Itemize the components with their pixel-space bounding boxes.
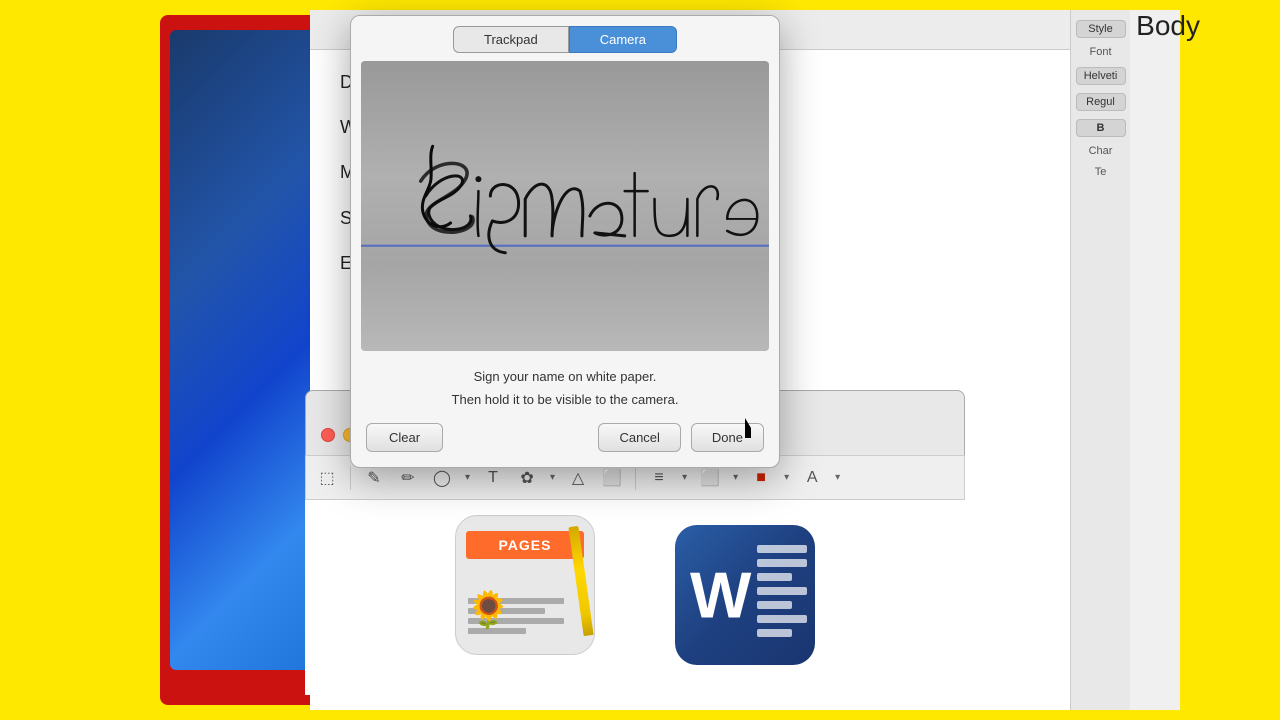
dialog-button-row: Clear Cancel Done	[351, 413, 779, 467]
camera-preview-area	[361, 61, 769, 351]
body-title: Body	[1136, 10, 1200, 42]
dialog-instruction-2: Then hold it to be visible to the camera…	[351, 390, 779, 413]
toolbar-separator-2	[635, 466, 636, 490]
word-line-2	[757, 559, 807, 567]
pencil-tool-icon[interactable]: ✏	[397, 467, 419, 489]
text-tool-icon[interactable]: T	[482, 467, 504, 489]
word-app-icon[interactable]: W	[665, 515, 825, 675]
te-label: Te	[1095, 166, 1107, 179]
app-icons-area: PAGES 🌻 W	[305, 495, 965, 695]
media-tool-icon[interactable]: ✿	[516, 467, 538, 489]
shape-dropdown[interactable]: ▾	[465, 472, 470, 483]
camera-tab[interactable]: Camera	[569, 26, 677, 53]
text-dropdown[interactable]: ▾	[835, 472, 840, 483]
media-dropdown[interactable]: ▾	[550, 472, 555, 483]
text-style-icon[interactable]: A	[801, 467, 823, 489]
cancel-button[interactable]: Cancel	[598, 423, 680, 452]
font-name-display[interactable]: Helveti	[1076, 67, 1126, 85]
font-label: Font	[1089, 46, 1111, 59]
pages-app-icon[interactable]: PAGES 🌻	[445, 515, 605, 675]
align-icon[interactable]: ≡	[648, 467, 670, 489]
stroke-dropdown[interactable]: ▾	[784, 472, 789, 483]
toolbar-separator-1	[350, 466, 351, 490]
select-tool-icon[interactable]: ⬚	[316, 467, 338, 489]
word-line-3	[757, 573, 792, 581]
chart-tool-icon[interactable]: ⬜	[601, 467, 623, 489]
pages-flower-icon: 🌻	[466, 589, 506, 629]
dialog-instruction-1: Sign your name on white paper.	[351, 361, 779, 390]
trackpad-tab[interactable]: Trackpad	[453, 26, 569, 53]
style-button[interactable]: Style	[1076, 20, 1126, 38]
signature-svg	[361, 61, 769, 351]
align-dropdown[interactable]: ▾	[682, 472, 687, 483]
word-w-letter: W	[690, 558, 751, 633]
close-button[interactable]	[321, 428, 335, 442]
clear-button[interactable]: Clear	[366, 423, 443, 452]
word-line-5	[757, 601, 792, 609]
dialog-tab-bar: Trackpad Camera	[351, 16, 779, 61]
stroke-color-icon[interactable]: ■	[750, 467, 772, 489]
done-button[interactable]: Done	[691, 423, 764, 452]
fill-dropdown[interactable]: ▾	[733, 472, 738, 483]
table-tool-icon[interactable]: △	[567, 467, 589, 489]
word-line-6	[757, 615, 807, 623]
shape-tool-icon[interactable]: ◯	[431, 467, 453, 489]
word-icon-background: W	[675, 525, 815, 665]
word-line-4	[757, 587, 807, 595]
right-sidebar: Style Font Helveti Regul B Char Te	[1070, 10, 1130, 710]
fill-color-icon[interactable]: ⬜	[699, 467, 721, 489]
word-line-1	[757, 545, 807, 553]
font-style-display[interactable]: Regul	[1076, 93, 1126, 111]
signature-dialog: Trackpad Camera	[350, 15, 780, 468]
dialog-caret	[553, 467, 577, 468]
word-line-7	[757, 629, 792, 637]
char-label: Char	[1089, 145, 1113, 158]
word-lines	[757, 545, 807, 637]
pen-tool-icon[interactable]: ✎	[363, 467, 385, 489]
pages-icon-background: PAGES 🌻	[455, 515, 595, 655]
dialog-right-buttons: Cancel Done	[598, 423, 764, 452]
pages-banner: PAGES	[466, 531, 584, 559]
bold-button[interactable]: B	[1076, 119, 1126, 137]
